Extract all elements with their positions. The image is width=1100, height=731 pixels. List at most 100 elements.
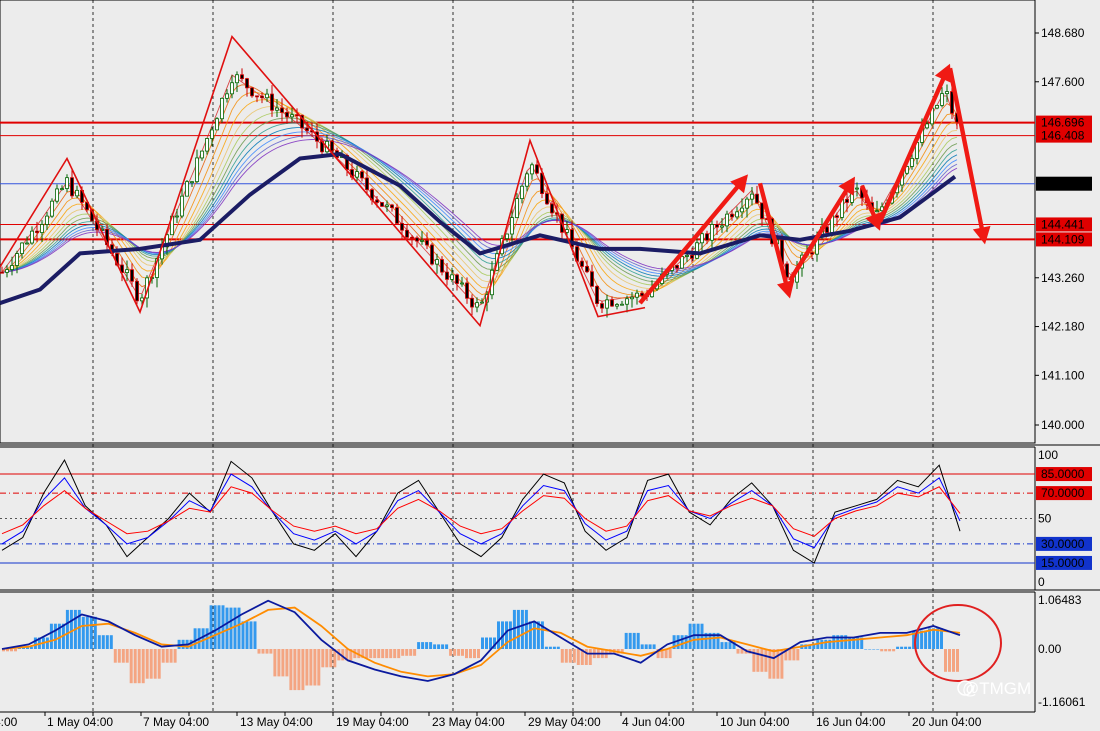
macd-hist-bar-32-3 [524, 609, 528, 649]
ribbon-ma-1 [1, 84, 958, 302]
macd-hist-bar-51-1 [820, 639, 824, 649]
stoch-line-1 [1, 473, 961, 549]
macd-hist-bar-8-2 [137, 649, 141, 684]
candle-body-95 [475, 302, 479, 308]
macd-hist-bar-59-2 [952, 649, 955, 672]
macd-hist-bar-15-2 [249, 621, 253, 649]
candle-body-144 [720, 225, 724, 228]
macd-hist-bar-20-0 [321, 649, 325, 668]
axis-labels: 148.680 147.600 146.696146.408 145.343 144.4… [0, 26, 1092, 729]
candle-body-87 [435, 259, 439, 265]
candle-body-58 [290, 114, 294, 118]
candle-body-75 [375, 199, 379, 203]
macd-hist-bar-39-2 [632, 632, 636, 649]
candle-body-105 [525, 173, 529, 187]
candle-body-26 [130, 269, 134, 282]
candle-body-39 [195, 157, 199, 183]
macd-hist-bar-48-1 [772, 649, 776, 679]
candle-body-81 [405, 229, 409, 238]
macd-hist-bar-5-1 [85, 616, 89, 649]
macd-hist-bar-9-3 [157, 649, 161, 679]
macd-hist-bar-57-3 [924, 630, 928, 649]
macd-hist-bar-54-1 [868, 649, 872, 650]
macd-hist-bar-34-3 [556, 646, 560, 649]
candle-body-2 [10, 265, 14, 270]
macd-hist-bar-56-3 [908, 646, 912, 649]
macd-hist-bar-40-1 [644, 644, 648, 649]
ma-ribbon [1, 74, 958, 308]
candle-body-35 [175, 215, 179, 218]
candle-body-185 [925, 123, 929, 129]
osc-tick-label-5: 15.0000 [1041, 556, 1085, 570]
macd-hist-bar-15-1 [245, 621, 249, 649]
candle-body-11 [55, 188, 59, 202]
candle-body-15 [75, 189, 79, 197]
candle-body-125 [625, 298, 629, 305]
macd-hist-bar-22-3 [365, 649, 369, 659]
macd-hist-bar-32-1 [516, 609, 520, 649]
macd-hist-bar-8-1 [133, 649, 137, 684]
candle-body-182 [910, 158, 914, 167]
candle-body-13 [65, 177, 69, 189]
macd-hist-bar-2-3 [45, 637, 49, 649]
candle-body-109 [545, 193, 549, 205]
candle-body-28 [140, 297, 144, 302]
macd-hist-bar-56-2 [904, 646, 908, 649]
macd-hist-bar-14-3 [237, 607, 241, 649]
candle-body-118 [590, 271, 594, 287]
price-tick-label-10: 140.000 [1041, 418, 1085, 432]
time-label-4: 19 May 04:00 [336, 715, 409, 729]
macd-hist-bar-14-2 [233, 607, 237, 649]
macd-hist-bar-42-1 [676, 635, 680, 649]
price-tick-label-7: 143.260 [1041, 271, 1085, 285]
macd-hist-bar-20-2 [329, 649, 333, 668]
candle-body-110 [550, 203, 554, 214]
candle-body-55 [275, 107, 279, 111]
macd-hist-bar-19-0 [305, 649, 309, 686]
candle-body-25 [125, 269, 129, 273]
macd-hist-bar-6-0 [97, 635, 101, 649]
osc-tick-label-0: 100 [1038, 448, 1058, 462]
candle-body-117 [585, 266, 589, 273]
candle-body-0 [0, 271, 4, 274]
price-tick-label-5: 144.441 [1041, 217, 1085, 231]
macd-hist-bar-58-1 [932, 628, 936, 649]
candle-body-1 [5, 269, 9, 273]
macd-hist-bar-34-1 [548, 646, 552, 649]
price-tick-label-8: 142.180 [1041, 320, 1085, 334]
candle-body-93 [465, 282, 469, 299]
candle-body-96 [480, 301, 484, 304]
macd-hist-bar-26-2 [425, 642, 429, 649]
macd-hist-bar-24-0 [385, 649, 389, 659]
macd-hist-bar-48-0 [768, 649, 772, 679]
candle-body-56 [280, 107, 284, 113]
macd-hist-bar-12-0 [193, 628, 197, 649]
macd-hist-bar-0-2 [10, 649, 13, 652]
candle-body-165 [825, 226, 829, 233]
candle-body-8 [40, 224, 44, 233]
macd-hist-bar-28-2 [457, 649, 461, 656]
candle-body-103 [515, 198, 519, 219]
candle-body-3 [15, 253, 19, 266]
candle-body-127 [635, 292, 639, 298]
macd-hist-bar-42-2 [680, 635, 684, 649]
candle-body-149 [745, 198, 749, 209]
macd-hist-bar-45-0 [720, 642, 724, 649]
macd-hist-bar-54-2 [872, 649, 876, 650]
macd-hist-bar-34-2 [552, 646, 556, 649]
candles [0, 68, 959, 318]
time-label-9: 16 Jun 04:00 [816, 715, 886, 729]
macd-hist-bar-7-0 [113, 649, 117, 663]
trend-arrow-2 [788, 176, 855, 282]
candle-body-59 [295, 114, 299, 117]
macd-hist-bar-55-2 [888, 649, 892, 652]
macd-hist-bar-15-3 [253, 621, 257, 649]
macd-tick-label-2: -1.16061 [1038, 695, 1086, 709]
time-label-6: 29 May 04:00 [528, 715, 601, 729]
macd-hist-bar-24-3 [397, 649, 401, 659]
candle-body-119 [595, 285, 599, 304]
macd-hist-bar-3-0 [49, 623, 53, 649]
macd-hist-bar-7-3 [125, 649, 129, 663]
time-label-3: 13 May 04:00 [240, 715, 313, 729]
macd-hist-bar-27-3 [445, 644, 449, 649]
